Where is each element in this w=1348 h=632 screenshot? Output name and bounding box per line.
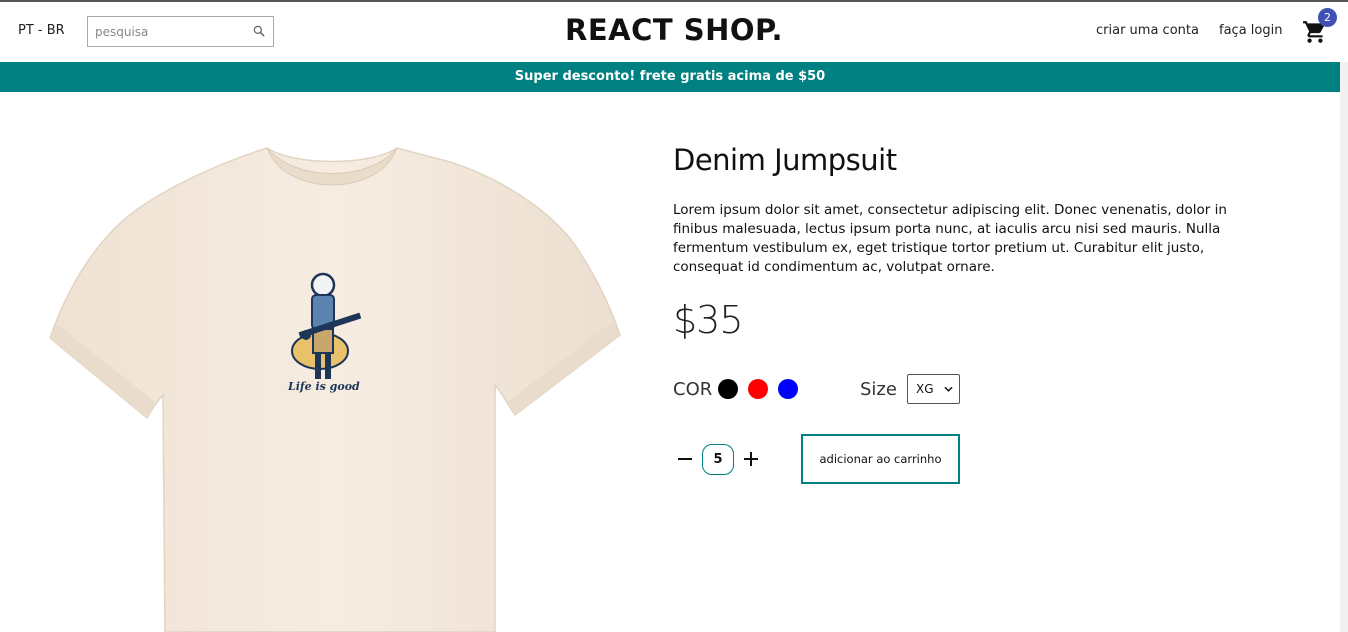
add-to-cart-button[interactable]: adicionar ao carrinho (801, 434, 960, 484)
size-label: Size (860, 379, 897, 400)
color-swatch-blue[interactable] (778, 379, 798, 399)
navbar: PT - BR REACT SHOP. criar uma conta faça… (0, 2, 1348, 62)
product-image: Life is good (49, 147, 621, 632)
product-price: $35 (673, 298, 744, 342)
product-title: Denim Jumpsuit (673, 143, 897, 177)
quantity-value: 5 (702, 444, 734, 475)
scrollbar[interactable] (1340, 62, 1348, 632)
announcement-banner: Super desconto! frete gratis acima de $5… (0, 62, 1340, 92)
size-selected-value: XG (916, 382, 934, 396)
product-description: Lorem ipsum dolor sit amet, consectetur … (673, 202, 1227, 275)
cart-badge: 2 (1318, 8, 1337, 27)
color-swatch-red[interactable] (748, 379, 768, 399)
color-swatch-black[interactable] (718, 379, 738, 399)
shirt-print-text: Life is good (287, 380, 360, 393)
login-link[interactable]: faça login (1219, 23, 1282, 38)
increase-quantity-icon[interactable] (742, 449, 760, 469)
decrease-quantity-icon[interactable] (676, 449, 694, 469)
size-select[interactable]: XG (907, 374, 960, 404)
register-link[interactable]: criar uma conta (1096, 23, 1199, 38)
chevron-down-icon (944, 386, 953, 392)
color-label: COR (673, 379, 713, 400)
